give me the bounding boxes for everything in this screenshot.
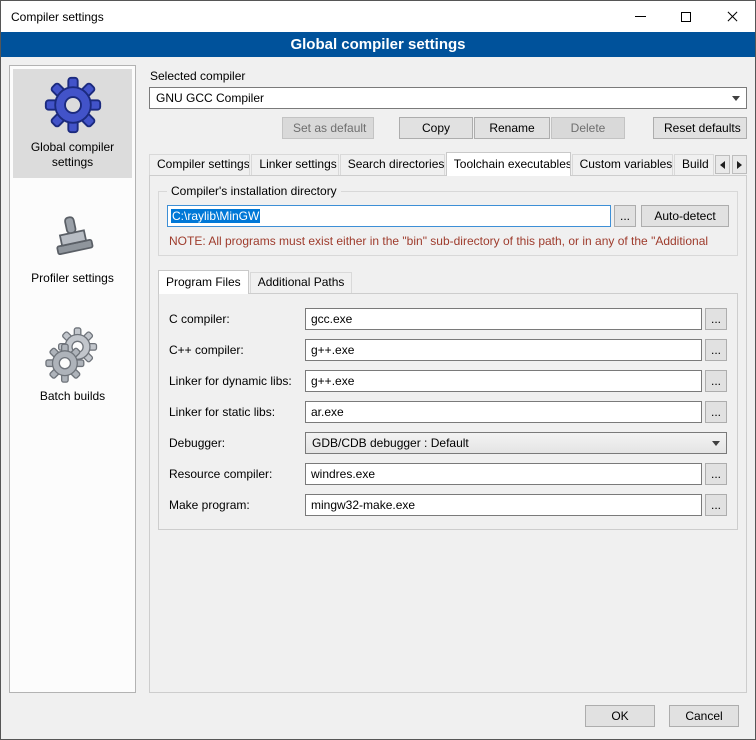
reset-defaults-button[interactable]: Reset defaults (653, 117, 747, 139)
maximize-button[interactable] (663, 1, 709, 32)
titlebar: Compiler settings (1, 1, 755, 32)
tab-toolchain-executables[interactable]: Toolchain executables (446, 152, 571, 176)
resource-compiler-input[interactable] (305, 463, 702, 485)
dialog-footer: OK Cancel (1, 693, 755, 739)
chevron-down-icon (712, 441, 720, 446)
tab-linker-settings[interactable]: Linker settings (251, 154, 338, 175)
minimize-button[interactable] (617, 1, 663, 32)
gears-icon (44, 326, 102, 384)
static-linker-input[interactable] (305, 401, 702, 423)
field-row-make-program: Make program: ... (169, 494, 727, 516)
static-linker-browse-button[interactable]: ... (705, 401, 727, 423)
compiler-select[interactable]: GNU GCC Compiler (149, 87, 747, 109)
arrow-left-icon (720, 161, 725, 169)
tab-scroll-right-button[interactable] (732, 155, 747, 174)
field-row-dynamic-linker: Linker for dynamic libs: ... (169, 370, 727, 392)
tab-search-directories[interactable]: Search directories (340, 154, 445, 175)
close-icon (726, 10, 739, 23)
compiler-actions: Set as default Copy Rename Delete Reset … (149, 117, 747, 139)
cpp-compiler-label: C++ compiler: (169, 343, 305, 357)
bin-subdirectory-note: NOTE: All programs must exist either in … (169, 234, 729, 248)
cpp-compiler-browse-button[interactable]: ... (705, 339, 727, 361)
installation-directory-group: Compiler's installation directory C:\ray… (158, 191, 738, 256)
maximize-icon (681, 12, 691, 22)
resource-compiler-label: Resource compiler: (169, 467, 305, 481)
c-compiler-label: C compiler: (169, 312, 305, 326)
toolchain-executables-pane: Compiler's installation directory C:\ray… (149, 175, 747, 693)
chevron-down-icon (732, 96, 740, 101)
field-row-debugger: Debugger: GDB/CDB debugger : Default (169, 432, 727, 454)
installation-directory-browse-button[interactable]: ... (614, 205, 636, 227)
cpp-compiler-input[interactable] (305, 339, 702, 361)
compiler-settings-dialog: Compiler settings Global compiler settin… (0, 0, 756, 740)
program-files-pane: C compiler: ... C++ compiler: ... Linker… (158, 293, 738, 530)
field-row-c-compiler: C compiler: ... (169, 308, 727, 330)
field-row-cpp-compiler: C++ compiler: ... (169, 339, 727, 361)
close-button[interactable] (709, 1, 755, 32)
tab-compiler-settings[interactable]: Compiler settings (149, 154, 250, 175)
sidebar-item-profiler-settings[interactable]: Profiler settings (13, 204, 132, 294)
profiler-tool-icon (45, 210, 101, 266)
tab-scroll-buttons (715, 155, 747, 175)
dynamic-linker-browse-button[interactable]: ... (705, 370, 727, 392)
program-files-tabbar: Program Files Additional Paths (158, 270, 738, 293)
field-row-resource-compiler: Resource compiler: ... (169, 463, 727, 485)
tab-scroll-left-button[interactable] (715, 155, 730, 174)
tab-additional-paths[interactable]: Additional Paths (250, 272, 353, 293)
debugger-select[interactable]: GDB/CDB debugger : Default (305, 432, 727, 454)
ok-button[interactable]: OK (585, 705, 655, 727)
settings-tabbar: Compiler settings Linker settings Search… (149, 152, 747, 175)
gear-icon (43, 75, 103, 135)
make-program-browse-button[interactable]: ... (705, 494, 727, 516)
debugger-select-value: GDB/CDB debugger : Default (312, 436, 469, 450)
sidebar-item-label: Global compiler settings (15, 140, 130, 170)
sidebar-item-label: Batch builds (40, 389, 105, 404)
compiler-select-value: GNU GCC Compiler (156, 91, 264, 105)
dynamic-linker-label: Linker for dynamic libs: (169, 374, 305, 388)
cancel-button[interactable]: Cancel (669, 705, 739, 727)
field-row-static-linker: Linker for static libs: ... (169, 401, 727, 423)
debugger-label: Debugger: (169, 436, 305, 450)
tab-program-files[interactable]: Program Files (158, 270, 249, 294)
resource-compiler-browse-button[interactable]: ... (705, 463, 727, 485)
make-program-label: Make program: (169, 498, 305, 512)
arrow-right-icon (737, 161, 742, 169)
delete-button: Delete (551, 117, 625, 139)
sidebar-item-label: Profiler settings (31, 271, 114, 286)
c-compiler-input[interactable] (305, 308, 702, 330)
tab-build-options[interactable]: Build (674, 154, 714, 175)
selected-compiler-label: Selected compiler (150, 69, 747, 83)
copy-button[interactable]: Copy (399, 117, 473, 139)
page-title: Global compiler settings (1, 32, 755, 57)
static-linker-label: Linker for static libs: (169, 405, 305, 419)
installation-directory-input[interactable]: C:\raylib\MinGW (167, 205, 611, 227)
installation-directory-value: C:\raylib\MinGW (171, 209, 260, 223)
sidebar-item-batch-builds[interactable]: Batch builds (13, 320, 132, 412)
tab-custom-variables[interactable]: Custom variables (572, 154, 673, 175)
window-title: Compiler settings (1, 1, 617, 32)
rename-button[interactable]: Rename (474, 117, 550, 139)
settings-sidebar: Global compiler settings Profiler settin… (9, 65, 136, 693)
minimize-icon (635, 16, 646, 17)
c-compiler-browse-button[interactable]: ... (705, 308, 727, 330)
auto-detect-button[interactable]: Auto-detect (641, 205, 729, 227)
sidebar-item-global-compiler-settings[interactable]: Global compiler settings (13, 69, 132, 178)
installation-directory-group-title: Compiler's installation directory (167, 184, 341, 198)
set-as-default-button: Set as default (282, 117, 374, 139)
make-program-input[interactable] (305, 494, 702, 516)
dynamic-linker-input[interactable] (305, 370, 702, 392)
